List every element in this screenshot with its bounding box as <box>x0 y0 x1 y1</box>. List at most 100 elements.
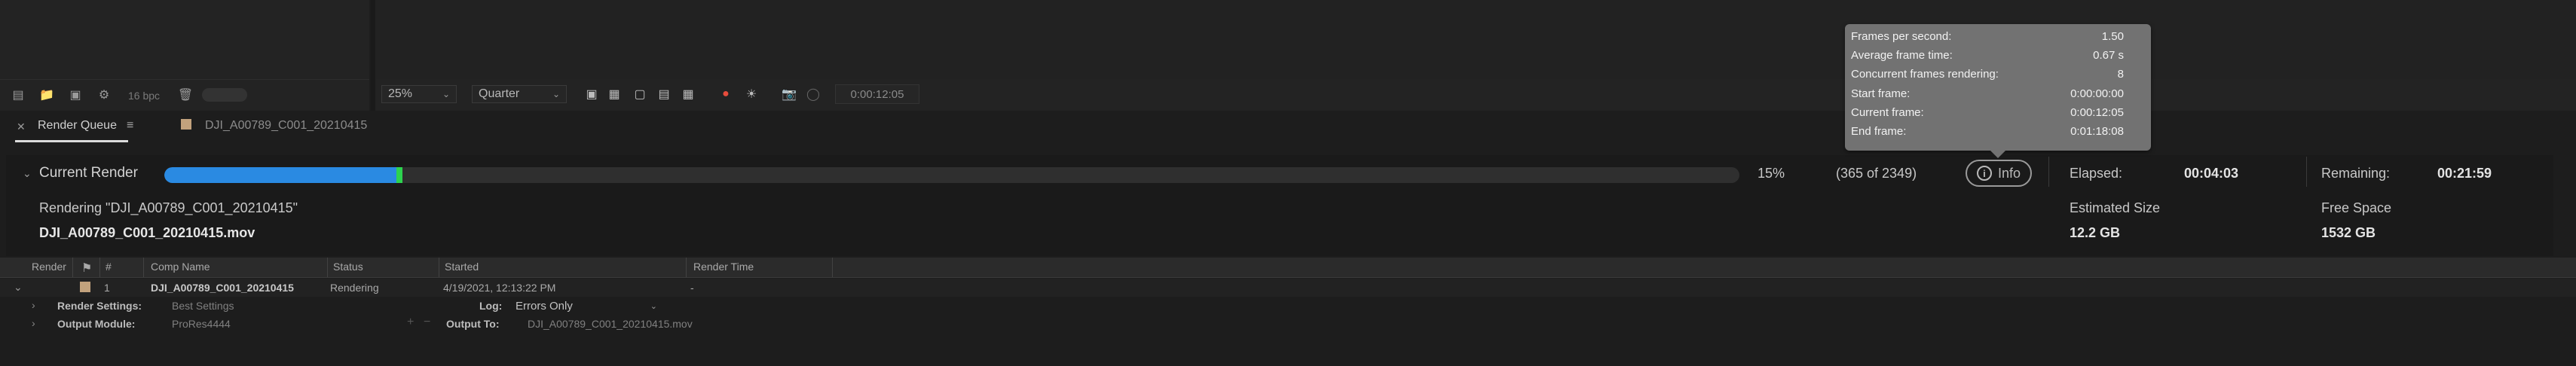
log-label: Log: <box>479 300 503 312</box>
tooltip-row: End frame: 0:01:18:08 <box>1851 122 2124 140</box>
info-tooltip: Frames per second: 1.50 Average frame tim… <box>1845 24 2151 151</box>
tooltip-row: Concurrent frames rendering: 8 <box>1851 65 2124 83</box>
expand-row-icon[interactable]: ⌄ <box>14 281 23 294</box>
tooltip-label: End frame: <box>1851 124 1907 138</box>
log-dropdown[interactable]: Errors Only ⌄ <box>511 297 662 314</box>
progress-percent: 15% <box>1758 166 1785 181</box>
zoom-value: 25% <box>388 87 413 100</box>
col-header-number[interactable]: # <box>106 261 112 273</box>
mask-visibility-icon[interactable]: ▢ <box>630 85 650 103</box>
tab-render-queue[interactable]: Render Queue <box>38 119 117 133</box>
tooltip-label: Average frame time: <box>1851 48 1953 62</box>
tooltip-label: Frames per second: <box>1851 29 1952 43</box>
output-to-value[interactable]: DJI_A00789_C001_20210415.mov <box>528 318 693 330</box>
timecode-display[interactable]: 0:00:12:05 <box>835 84 919 104</box>
rendering-status-text: Rendering "DJI_A00789_C001_20210415" <box>39 200 298 215</box>
tooltip-label: Start frame: <box>1851 87 1911 100</box>
remaining-label: Remaining: <box>2321 166 2391 181</box>
row-render-time: - <box>690 282 694 294</box>
project-list-area <box>0 0 369 80</box>
bpc-toggle[interactable]: 16 bpc <box>128 90 160 102</box>
output-module-value[interactable]: ProRes4444 <box>172 318 231 330</box>
info-icon: i <box>1976 166 1992 181</box>
col-divider[interactable] <box>99 258 100 277</box>
output-file-name: DJI_A00789_C001_20210415.mov <box>39 225 255 240</box>
remaining-value: 00:21:59 <box>2437 166 2492 181</box>
tooltip-row: Start frame: 0:00:00:00 <box>1851 84 2124 102</box>
elapsed-value: 00:04:03 <box>2184 166 2239 181</box>
render-progress-edge <box>396 167 402 183</box>
col-header-comp-name[interactable]: Comp Name <box>151 261 210 273</box>
row-started: 4/19/2021, 12:13:22 PM <box>443 282 556 294</box>
thumbnail-size-slider[interactable] <box>202 88 247 102</box>
interpret-footage-icon[interactable]: ▤ <box>9 87 27 102</box>
add-output-module-icon[interactable]: + <box>407 316 414 329</box>
col-divider[interactable] <box>143 258 144 277</box>
info-label: Info <box>1997 165 2021 181</box>
new-folder-icon[interactable]: 📁 <box>38 87 56 102</box>
label-tag-icon[interactable]: ⚑ <box>81 261 92 276</box>
zoom-dropdown[interactable]: 25% ⌄ <box>381 85 457 103</box>
log-value: Errors Only <box>516 299 573 313</box>
output-to-label: Output To: <box>446 318 500 330</box>
tooltip-value: 8 <box>2117 67 2124 81</box>
render-queue-header <box>0 258 2576 278</box>
col-divider[interactable] <box>832 258 833 277</box>
col-header-status[interactable]: Status <box>333 261 363 273</box>
output-module-label: Output Module: <box>57 318 136 330</box>
comp-label-swatch <box>181 119 191 130</box>
expand-output-module-icon[interactable]: › <box>32 317 35 329</box>
tooltip-row: Current frame: 0:00:12:05 <box>1851 103 2124 121</box>
info-button[interactable]: i Info <box>1966 160 2032 187</box>
snapshot-icon[interactable]: 📷 <box>779 85 799 103</box>
panel-menu-icon[interactable]: ≡ <box>127 119 133 133</box>
render-settings-value[interactable]: Best Settings <box>172 300 234 312</box>
tooltip-row: Frames per second: 1.50 <box>1851 27 2124 45</box>
row-comp-name[interactable]: DJI_A00789_C001_20210415 <box>151 282 294 294</box>
tooltip-value: 1.50 <box>2101 29 2124 43</box>
remove-output-module-icon[interactable]: − <box>424 316 430 329</box>
expand-render-settings-icon[interactable]: › <box>32 299 35 311</box>
close-tab-icon[interactable]: ✕ <box>17 120 26 133</box>
row-number: 1 <box>104 282 110 294</box>
render-progress-bar <box>164 167 1739 183</box>
exposure-reset-icon[interactable]: ☀ <box>742 85 761 103</box>
col-header-render[interactable]: Render <box>32 261 66 273</box>
trash-icon[interactable]: 🗑 <box>176 87 194 102</box>
show-snapshot-icon[interactable]: ◯ <box>803 85 823 103</box>
tooltip-arrow <box>1990 150 2006 158</box>
col-divider[interactable] <box>72 258 73 277</box>
elapsed-label: Elapsed: <box>2070 166 2123 181</box>
tab-bar <box>0 113 2576 143</box>
estimated-size-label: Estimated Size <box>2070 200 2161 215</box>
channel-icon[interactable]: ● <box>716 85 736 103</box>
new-composition-icon[interactable]: ▣ <box>66 87 84 102</box>
render-settings-label: Render Settings: <box>57 300 142 312</box>
transparency-grid-icon[interactable]: ▦ <box>604 85 624 103</box>
col-divider[interactable] <box>327 258 328 277</box>
guides-icon[interactable]: ▤ <box>654 85 674 103</box>
frames-count: (365 of 2349) <box>1836 166 1917 181</box>
row-status: Rendering <box>330 282 379 294</box>
chevron-down-icon: ⌄ <box>442 89 450 99</box>
project-settings-icon[interactable]: ⚙ <box>95 87 113 102</box>
tooltip-row: Average frame time: 0.67 s <box>1851 46 2124 64</box>
divider <box>2048 157 2049 187</box>
grid-icon[interactable]: ▦ <box>678 85 698 103</box>
resolution-value: Quarter <box>479 87 520 100</box>
tooltip-value: 0:00:00:00 <box>2070 87 2124 100</box>
composition-viewer[interactable] <box>375 0 2576 79</box>
render-progress-fill <box>164 167 401 183</box>
chevron-down-icon: ⌄ <box>650 301 657 311</box>
tab-comp[interactable]: DJI_A00789_C001_20210415 <box>205 119 367 133</box>
active-tab-indicator <box>15 140 128 142</box>
resolution-dropdown[interactable]: Quarter ⌄ <box>472 85 567 103</box>
col-header-render-time[interactable]: Render Time <box>693 261 754 273</box>
tooltip-label: Concurrent frames rendering: <box>1851 67 1999 81</box>
region-of-interest-icon[interactable]: ▣ <box>582 85 601 103</box>
collapse-chevron-icon[interactable]: ⌄ <box>23 167 32 180</box>
col-header-started[interactable]: Started <box>445 261 479 273</box>
table-row[interactable] <box>0 279 2576 297</box>
col-divider[interactable] <box>686 258 687 277</box>
row-label-swatch[interactable] <box>80 282 90 292</box>
